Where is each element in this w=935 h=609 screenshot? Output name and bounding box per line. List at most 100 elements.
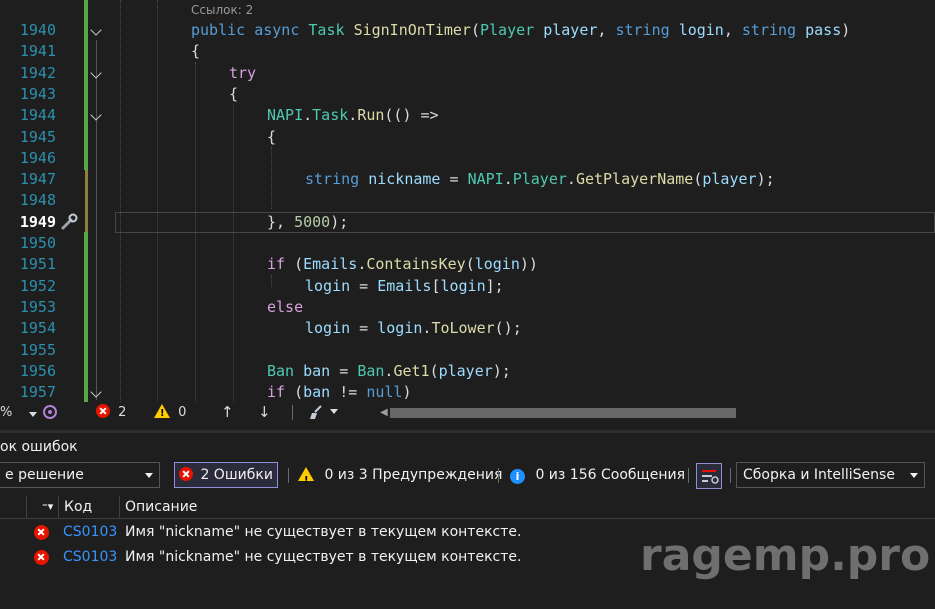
code-token: SignInOnTimer bbox=[353, 21, 471, 39]
line-number: 1957 bbox=[19, 383, 56, 402]
column-header-description[interactable]: Описание bbox=[125, 496, 197, 518]
code-line[interactable]: 1948 bbox=[0, 190, 935, 211]
code-line[interactable]: 1942 try bbox=[0, 63, 935, 84]
horizontal-scrollbar-thumb[interactable] bbox=[390, 408, 736, 418]
code-token: = bbox=[330, 361, 358, 380]
code-text: else bbox=[267, 297, 303, 318]
panel-title: ок ошибок bbox=[0, 439, 78, 455]
code-token: login bbox=[440, 276, 486, 295]
code-token: public bbox=[191, 21, 255, 39]
code-token: Emails bbox=[377, 276, 432, 295]
watermark-text: ragemp.pro bbox=[640, 530, 931, 581]
status-divider bbox=[292, 405, 293, 420]
line-number: 1946 bbox=[19, 148, 56, 167]
cleanup-dropdown-caret-icon[interactable] bbox=[330, 409, 338, 426]
code-token: login bbox=[305, 276, 351, 295]
fold-chevron-icon[interactable] bbox=[90, 386, 102, 398]
line-number: 1949 bbox=[19, 212, 56, 231]
code-token: pass bbox=[805, 21, 842, 39]
code-token: Emails bbox=[303, 255, 358, 274]
sort-column-icon[interactable]: ⁼▾ bbox=[42, 496, 53, 518]
column-divider bbox=[119, 496, 120, 518]
warnings-filter-label: 0 из 3 Предупреждения bbox=[324, 467, 503, 483]
code-line[interactable]: 1951 if (Emails.ContainsKey(login)) bbox=[0, 254, 935, 275]
code-token: Ban bbox=[267, 361, 304, 380]
code-line[interactable]: 1952 login = Emails[login]; bbox=[0, 276, 935, 297]
code-token: async bbox=[254, 21, 309, 39]
line-number: 1952 bbox=[19, 276, 56, 295]
error-count: 2 bbox=[118, 405, 127, 420]
previous-issue-arrow-icon[interactable]: ↑ bbox=[221, 404, 234, 421]
code-token: string bbox=[305, 170, 369, 189]
zoom-dropdown-caret-icon[interactable] bbox=[29, 405, 37, 422]
warning-count-indicator[interactable]: 0 bbox=[154, 404, 186, 422]
code-text: { bbox=[229, 84, 238, 105]
errors-filter-button[interactable]: 2 Ошибки bbox=[174, 462, 278, 488]
filter-toggle-button[interactable] bbox=[696, 463, 722, 489]
cleanup-brush-icon[interactable] bbox=[309, 404, 327, 420]
code-line[interactable]: 1946 bbox=[0, 148, 935, 169]
code-token: Task bbox=[312, 106, 349, 125]
build-source-dropdown[interactable]: Сборка и IntelliSense bbox=[736, 462, 925, 488]
code-token: . bbox=[503, 170, 513, 189]
code-line[interactable]: 1956 Ban ban = Ban.Get1(player); bbox=[0, 361, 935, 382]
code-line[interactable]: 1955 bbox=[0, 340, 935, 361]
code-token: , bbox=[597, 21, 616, 39]
code-token: Ban bbox=[357, 361, 385, 380]
code-line[interactable]: 1943 { bbox=[0, 84, 935, 105]
code-token: login bbox=[474, 255, 520, 274]
error-code-link[interactable]: CS0103 bbox=[63, 545, 117, 569]
editor-status-strip: % 2 0 ↑ ↓ ◀ bbox=[0, 402, 935, 423]
code-text: { bbox=[191, 41, 200, 62]
code-line[interactable]: 1953 else bbox=[0, 297, 935, 318]
code-line[interactable]: 1954 login = login.ToLower(); bbox=[0, 318, 935, 339]
line-number: 1948 bbox=[19, 191, 56, 210]
code-token: , bbox=[723, 21, 742, 39]
scroll-left-arrow-icon[interactable]: ◀ bbox=[380, 404, 388, 421]
zoom-level[interactable]: % bbox=[0, 404, 12, 421]
fold-chevron-icon[interactable] bbox=[90, 109, 102, 121]
line-number: 1951 bbox=[19, 255, 56, 274]
scope-dropdown[interactable]: е решение bbox=[0, 462, 160, 488]
code-token: ( bbox=[470, 21, 480, 39]
code-token: login bbox=[305, 319, 351, 338]
warnings-filter-button[interactable]: 0 из 3 Предупреждения bbox=[294, 462, 506, 494]
code-text: public async Task SignInOnTimer(Player p… bbox=[191, 20, 850, 41]
next-issue-arrow-icon[interactable]: ↓ bbox=[258, 404, 271, 421]
chevron-down-icon bbox=[145, 473, 153, 478]
code-line[interactable]: 1944 NAPI.Task.Run(() => bbox=[0, 105, 935, 126]
fold-chevron-icon[interactable] bbox=[90, 24, 102, 36]
column-header-code[interactable]: Код bbox=[64, 496, 92, 518]
line-number: 1955 bbox=[19, 340, 56, 359]
error-count-indicator[interactable]: 2 bbox=[96, 404, 126, 421]
code-line[interactable]: 1941 { bbox=[0, 41, 935, 62]
code-token: . bbox=[303, 106, 313, 125]
code-text: Ban ban = Ban.Get1(player); bbox=[267, 361, 511, 382]
messages-filter-button[interactable]: i 0 из 156 Сообщения bbox=[506, 462, 689, 488]
code-token: nickname bbox=[368, 170, 441, 189]
code-line[interactable]: 1949}, 5000); bbox=[0, 212, 935, 233]
code-line[interactable]: 1945 { bbox=[0, 127, 935, 148]
codelens-references[interactable]: Ссылок: 2 bbox=[191, 3, 253, 17]
code-text: if (ban != null) bbox=[267, 382, 412, 402]
code-token: (() => bbox=[384, 106, 439, 125]
line-number: 1942 bbox=[19, 63, 56, 82]
code-token: string bbox=[615, 21, 679, 39]
code-token: player bbox=[543, 21, 598, 39]
code-editor[interactable]: Ссылок: 2 1940 public async Task SignInOn… bbox=[0, 0, 935, 402]
code-token: ); bbox=[756, 170, 775, 189]
copilot-icon[interactable] bbox=[42, 404, 58, 420]
error-code-link[interactable]: CS0103 bbox=[63, 520, 117, 544]
code-token: ToLower bbox=[431, 319, 495, 338]
messages-filter-label: 0 из 156 Сообщения bbox=[535, 467, 685, 483]
code-token: ( bbox=[465, 255, 475, 274]
code-line[interactable]: 1947 string nickname = NAPI.Player.GetPla… bbox=[0, 169, 935, 190]
code-token: ) bbox=[841, 21, 851, 39]
code-text: if (Emails.ContainsKey(login)) bbox=[267, 254, 538, 275]
errors-filter-label: 2 Ошибки bbox=[200, 467, 273, 483]
code-line[interactable]: 1950 bbox=[0, 233, 935, 254]
code-line[interactable]: 1957 if (ban != null) bbox=[0, 382, 935, 402]
code-token: . bbox=[566, 170, 576, 189]
fold-chevron-icon[interactable] bbox=[90, 66, 102, 79]
code-line[interactable]: 1940 public async Task SignInOnTimer(Play… bbox=[0, 20, 935, 41]
